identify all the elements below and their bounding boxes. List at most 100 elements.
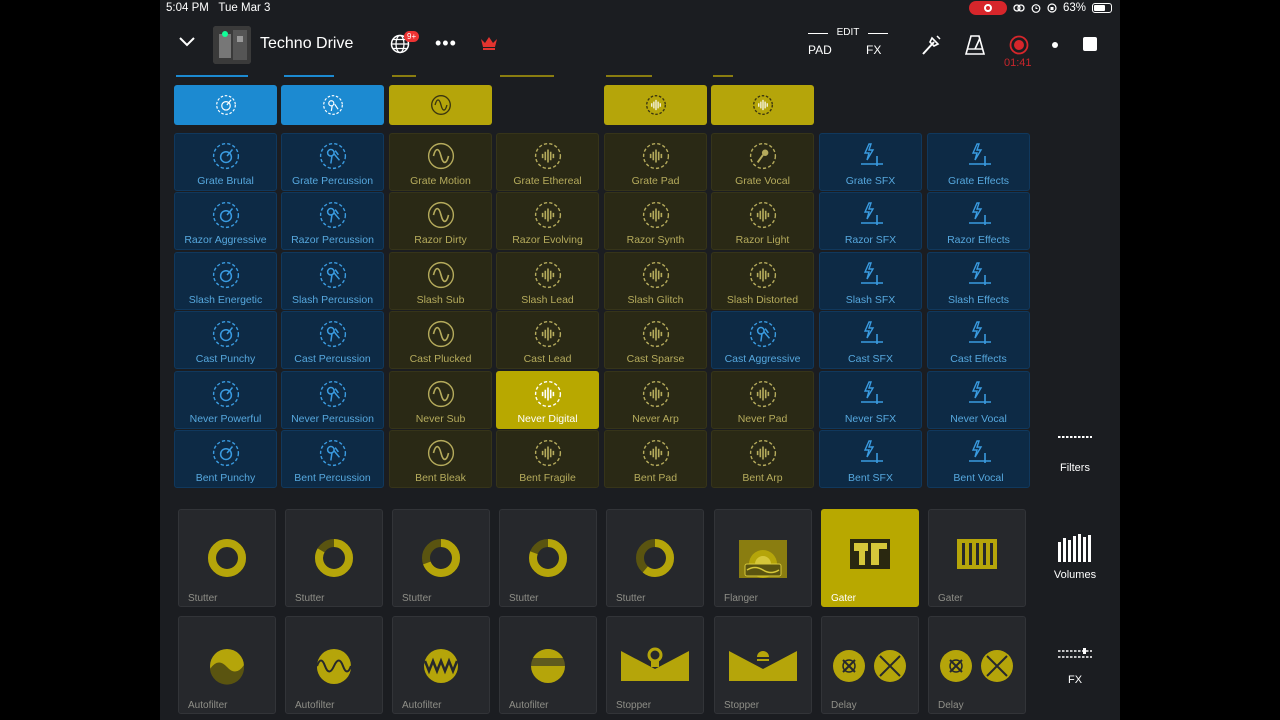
sine-wave-icon — [427, 261, 454, 289]
pad-razor-evolving[interactable]: Razor Evolving — [496, 192, 599, 250]
fx-tile-gater[interactable]: Gater — [928, 509, 1026, 607]
pad-label: Grate Effects — [947, 175, 1010, 187]
pad-razor-dirty[interactable]: Razor Dirty — [389, 192, 492, 250]
fx-tile-delay[interactable]: Delay — [821, 616, 919, 714]
pad-bent-punchy[interactable]: Bent Punchy — [174, 430, 277, 488]
column-play-pad-5[interactable] — [604, 85, 707, 125]
autofilter-icon — [316, 649, 352, 684]
more-icon[interactable]: ••• — [435, 33, 457, 54]
pad-bent-sfx[interactable]: Bent SFX — [819, 430, 922, 488]
fx-tile-flanger[interactable]: Flanger — [714, 509, 812, 607]
pad-bent-fragile[interactable]: Bent Fragile — [496, 430, 599, 488]
sfx-icon — [968, 262, 991, 285]
pad-slash-energetic[interactable]: Slash Energetic — [174, 252, 277, 310]
pad-slash-effects[interactable]: Slash Effects — [927, 252, 1030, 310]
fx-tile-autofilter[interactable]: Autofilter — [285, 616, 383, 714]
fx-label: Delay — [938, 700, 964, 711]
pad-cast-sparse[interactable]: Cast Sparse — [604, 311, 707, 369]
pad-slash-sub[interactable]: Slash Sub — [389, 252, 492, 310]
pad-never-arp[interactable]: Never Arp — [604, 371, 707, 429]
pad-slash-glitch[interactable]: Slash Glitch — [604, 252, 707, 310]
fx-tile-autofilter[interactable]: Autofilter — [178, 616, 276, 714]
pad-never-sub[interactable]: Never Sub — [389, 371, 492, 429]
pad-bent-vocal[interactable]: Bent Vocal — [927, 430, 1030, 488]
pad-label: Grate Brutal — [197, 175, 254, 187]
metronome-icon[interactable] — [964, 34, 986, 56]
pad-never-digital[interactable]: Never Digital — [496, 371, 599, 429]
pad-bent-pad[interactable]: Bent Pad — [604, 430, 707, 488]
column-play-pad-1[interactable] — [174, 85, 277, 125]
fx-tile-stopper[interactable]: Stopper — [714, 616, 812, 714]
fx-tile-stutter[interactable]: Stutter — [392, 509, 490, 607]
sine-wave-icon — [427, 320, 454, 348]
fx-tile-stopper[interactable]: Stopper — [606, 616, 704, 714]
pad-bent-arp[interactable]: Bent Arp — [711, 430, 814, 488]
crown-icon[interactable] — [480, 36, 498, 50]
pad-grate-motion[interactable]: Grate Motion — [389, 133, 492, 191]
pad-slash-lead[interactable]: Slash Lead — [496, 252, 599, 310]
pad-grate-percussion[interactable]: Grate Percussion — [281, 133, 384, 191]
pad-razor-synth[interactable]: Razor Synth — [604, 192, 707, 250]
screen-record-icon — [968, 1, 1007, 15]
project-cover-image[interactable] — [213, 26, 251, 64]
pad-never-sfx[interactable]: Never SFX — [819, 371, 922, 429]
fx-tile-autofilter[interactable]: Autofilter — [499, 616, 597, 714]
pad-label: Bent Arp — [742, 472, 783, 484]
waveform-icon — [534, 439, 561, 467]
pad-cast-plucked[interactable]: Cast Plucked — [389, 311, 492, 369]
fx-tile-autofilter[interactable]: Autofilter — [392, 616, 490, 714]
pad-never-percussion[interactable]: Never Percussion — [281, 371, 384, 429]
pad-cast-percussion[interactable]: Cast Percussion — [281, 311, 384, 369]
project-title[interactable]: Techno Drive — [260, 35, 353, 53]
fx-tile-gater[interactable]: Gater — [821, 509, 919, 607]
pad-cast-aggressive[interactable]: Cast Aggressive — [711, 311, 814, 369]
fx-tile-stutter[interactable]: Stutter — [178, 509, 276, 607]
pad-bent-percussion[interactable]: Bent Percussion — [281, 430, 384, 488]
record-icon[interactable] — [1009, 35, 1029, 55]
column-play-pad-2[interactable] — [281, 85, 384, 125]
pad-never-vocal[interactable]: Never Vocal — [927, 371, 1030, 429]
pad-razor-percussion[interactable]: Razor Percussion — [281, 192, 384, 250]
notification-badge: 9+ — [404, 31, 420, 42]
pad-razor-effects[interactable]: Razor Effects — [927, 192, 1030, 250]
pad-slash-sfx[interactable]: Slash SFX — [819, 252, 922, 310]
fx-tile-stutter[interactable]: Stutter — [285, 509, 383, 607]
filters-button[interactable]: Filters — [1040, 432, 1110, 474]
pad-razor-light[interactable]: Razor Light — [711, 192, 814, 250]
pad-slash-percussion[interactable]: Slash Percussion — [281, 252, 384, 310]
pad-grate-brutal[interactable]: Grate Brutal — [174, 133, 277, 191]
stop-icon[interactable] — [1083, 37, 1097, 51]
pad-grate-vocal[interactable]: Grate Vocal — [711, 133, 814, 191]
pad-grate-sfx[interactable]: Grate SFX — [819, 133, 922, 191]
pad-never-powerful[interactable]: Never Powerful — [174, 371, 277, 429]
fx-tile-stutter[interactable]: Stutter — [606, 509, 704, 607]
pad-grate-ethereal[interactable]: Grate Ethereal — [496, 133, 599, 191]
edit-fx-button[interactable]: FX — [866, 43, 881, 57]
pad-cast-punchy[interactable]: Cast Punchy — [174, 311, 277, 369]
dot-icon[interactable] — [1052, 42, 1058, 48]
pad-never-pad[interactable]: Never Pad — [711, 371, 814, 429]
column-play-pad-3[interactable] — [389, 85, 492, 125]
edit-pad-button[interactable]: PAD — [808, 43, 832, 57]
pad-cast-effects[interactable]: Cast Effects — [927, 311, 1030, 369]
pad-razor-sfx[interactable]: Razor SFX — [819, 192, 922, 250]
fx-button[interactable]: FX — [1040, 647, 1110, 686]
pad-bent-bleak[interactable]: Bent Bleak — [389, 430, 492, 488]
pad-grate-pad[interactable]: Grate Pad — [604, 133, 707, 191]
waveform-icon — [752, 95, 773, 115]
pad-slash-distorted[interactable]: Slash Distorted — [711, 252, 814, 310]
fx-tile-delay[interactable]: Delay — [928, 616, 1026, 714]
fx-label: Autofilter — [509, 700, 549, 711]
column-play-pad-6[interactable] — [711, 85, 814, 125]
pad-cast-sfx[interactable]: Cast SFX — [819, 311, 922, 369]
fx-label: Stutter — [295, 593, 325, 604]
volumes-button[interactable]: Volumes — [1040, 532, 1110, 581]
pad-razor-aggressive[interactable]: Razor Aggressive — [174, 192, 277, 250]
status-bar: 5:04 PM Tue Mar 3 63% — [160, 0, 1120, 18]
mic-stand-icon[interactable] — [920, 34, 942, 56]
pad-grate-effects[interactable]: Grate Effects — [927, 133, 1030, 191]
pad-cast-lead[interactable]: Cast Lead — [496, 311, 599, 369]
chevron-down-icon[interactable] — [178, 36, 196, 48]
autofilter-icon — [529, 647, 567, 683]
fx-tile-stutter[interactable]: Stutter — [499, 509, 597, 607]
